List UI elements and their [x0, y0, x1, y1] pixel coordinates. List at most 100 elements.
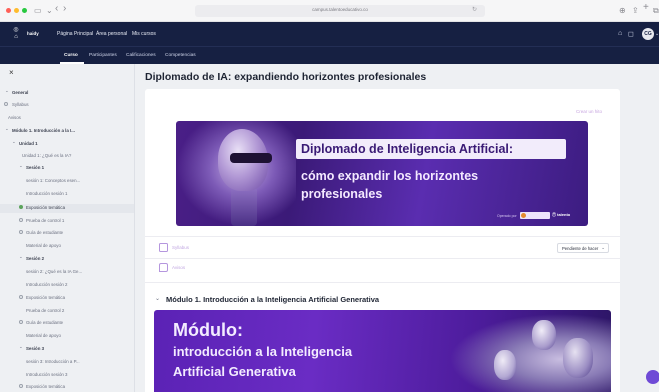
reload-icon[interactable]: ↻	[472, 6, 477, 13]
sidebar-item-introduccion-sesion-3[interactable]: Introducción sesión 3	[26, 372, 68, 377]
sidebar-item-introduccion-sesion-1[interactable]: Introducción sesión 1	[26, 191, 68, 196]
chevron-down-icon[interactable]: ⌄	[19, 163, 23, 169]
chevron-down-icon[interactable]: ⌄	[5, 88, 9, 94]
assistant-button[interactable]	[646, 370, 659, 384]
robot-shape	[563, 338, 593, 378]
sidebar-toggle-icon[interactable]: ▭	[34, 5, 42, 17]
partner-logo	[520, 212, 550, 219]
sidebar-section-sesion-2[interactable]: Sesión 2	[26, 256, 44, 261]
sidebar-item-sesion-2-intro-page[interactable]: sesión 2: ¿Qué es la IA Ge...	[26, 269, 82, 274]
sidebar-item-introduccion-sesion-2[interactable]: Introducción sesión 2	[26, 282, 68, 287]
top-navigation: ◎ ⌂ haidy Página Principal Área personal …	[0, 22, 659, 46]
sidebar-item-sesion-3-intro-page[interactable]: sesión 3: Introducción a P...	[26, 359, 80, 364]
nav-link-home[interactable]: Página Principal	[57, 31, 93, 37]
nav-link-my-courses[interactable]: Mis cursos	[132, 31, 156, 37]
close-icon[interactable]: ×	[9, 68, 14, 77]
chevron-down-icon[interactable]: ⌄	[46, 5, 53, 17]
divider	[145, 282, 620, 283]
chevron-down-icon: ⌄	[601, 245, 605, 250]
activity-link-syllabus[interactable]: Syllabus	[172, 245, 189, 250]
robot-visor-shape	[230, 153, 272, 163]
completion-circle-icon	[19, 218, 23, 222]
sidebar-section-general[interactable]: General	[12, 90, 28, 95]
completion-circle-icon	[4, 102, 8, 106]
share-icon[interactable]: ⇪	[632, 5, 639, 17]
sidebar-item-unidad-1[interactable]: Unidad 1: ¿Qué es la IA?	[22, 153, 71, 158]
avatar[interactable]: CG	[642, 28, 654, 40]
sidebar-item-sesion-1-intro-page[interactable]: sesión 1: Conceptos esen...	[26, 178, 80, 183]
robot-shape	[532, 320, 556, 350]
completion-circle-icon	[19, 230, 23, 234]
nav-link-dashboard[interactable]: Área personal	[96, 31, 127, 37]
chat-icon	[159, 263, 168, 272]
course-main-content: Diplomado de IA: expandiendo horizontes …	[136, 64, 659, 392]
address-bar-url: campus.talentoeducativo.co	[312, 7, 368, 12]
tab-overview-icon[interactable]: ⧉	[653, 5, 659, 17]
course-tabs: Curso Participantes Calificaciones Compe…	[0, 46, 659, 64]
page-title: Diplomado de IA: expandiendo horizontes …	[145, 71, 427, 83]
bell-icon[interactable]: ⌂	[618, 30, 622, 37]
activity-link-avisos[interactable]: Avisos	[172, 265, 185, 270]
sidebar-section-module-1[interactable]: Módulo 1. Introducción a la I...	[12, 128, 75, 133]
sidebar-section-sesion-1[interactable]: Sesión 1	[26, 165, 44, 170]
forward-icon[interactable]: ›	[63, 3, 66, 15]
sidebar-item-exposicion-tematica-2[interactable]: Exposición temática	[26, 295, 65, 300]
sidebar-item-syllabus[interactable]: Syllabus	[12, 102, 29, 107]
banner-title-box: Diplomado de Inteligencia Artificial:	[296, 139, 566, 159]
download-icon[interactable]: ⊕	[619, 5, 626, 17]
module-banner-image: Módulo: introducción a la Inteligencia A…	[154, 310, 611, 392]
zoom-window-icon[interactable]	[22, 8, 27, 13]
talento-logo: Ⓣ talento	[552, 212, 571, 217]
sidebar-section-sesion-3[interactable]: Sesión 3	[26, 346, 44, 351]
brand-logo-icon[interactable]: ◎ ⌂	[12, 27, 20, 41]
partner-logo-mark-icon	[521, 213, 526, 218]
chevron-down-icon[interactable]: ⌄	[19, 254, 23, 260]
module-banner-line-2: introducción a la Inteligencia	[173, 344, 353, 359]
completion-status-dropdown[interactable]: Pendiente de hacer ⌄	[557, 243, 609, 253]
chevron-down-icon[interactable]: ⌄	[155, 295, 160, 302]
chevron-down-icon[interactable]: ⌄	[655, 31, 659, 37]
sidebar-item-avisos[interactable]: Avisos	[8, 115, 21, 120]
brand-name[interactable]: haidy	[27, 31, 39, 36]
tab-participants[interactable]: Participantes	[89, 53, 117, 58]
divider	[145, 258, 620, 259]
divider	[145, 236, 620, 237]
address-bar[interactable]: campus.talentoeducativo.co ↻	[195, 5, 485, 17]
sidebar-item-guia-estudiante-1[interactable]: Guía de estudiante	[26, 230, 63, 235]
sidebar-item-exposicion-tematica-1[interactable]: Exposición temática	[26, 205, 65, 210]
back-icon[interactable]: ‹	[55, 3, 58, 15]
chevron-down-icon[interactable]: ⌄	[19, 344, 23, 350]
completion-status-value: Pendiente de hacer	[562, 246, 599, 251]
sidebar-item-prueba-control-2[interactable]: Prueba de control 2	[26, 308, 64, 313]
new-tab-icon[interactable]: +	[643, 2, 649, 14]
sidebar-section-unidad-1[interactable]: Unidad 1	[19, 141, 38, 146]
chevron-down-icon[interactable]: ⌄	[5, 126, 9, 132]
chat-icon[interactable]: ◻	[628, 30, 634, 38]
section-title-module-1[interactable]: Módulo 1. Introducción a la Inteligencia…	[166, 295, 379, 304]
course-index-sidebar: × ⌄ General Syllabus Avisos ⌄ Módulo 1. …	[0, 64, 135, 392]
banner-subtitle-line-2: profesionales	[301, 187, 383, 201]
chevron-down-icon[interactable]: ⌄	[12, 139, 16, 145]
sidebar-item-material-apoyo-2[interactable]: Material de apoyo	[26, 333, 61, 338]
module-banner-line-1: Módulo:	[173, 320, 243, 340]
module-banner-line-3: Artificial Generativa	[173, 364, 296, 379]
sidebar-item-prueba-control-1[interactable]: Prueba de control 1	[26, 218, 64, 223]
minimize-window-icon[interactable]	[14, 8, 19, 13]
completion-circle-icon	[19, 320, 23, 324]
tab-course[interactable]: Curso	[64, 53, 78, 58]
create-milestone-link[interactable]: Crear un hito	[576, 109, 602, 114]
tab-grades[interactable]: Calificaciones	[126, 53, 156, 58]
close-window-icon[interactable]	[6, 8, 11, 13]
document-icon	[159, 243, 168, 252]
sidebar-item-guia-estudiante-2[interactable]: Guía de estudiante	[26, 320, 63, 325]
banner-operated-by: Operado por	[497, 214, 517, 218]
browser-toolbar: ▭ ⌄ ‹ › ◌ campus.talentoeducativo.co ↻ ⊕…	[0, 0, 659, 22]
tab-competencies[interactable]: Competencias	[165, 53, 196, 58]
sidebar-item-material-apoyo-1[interactable]: Material de apoyo	[26, 243, 61, 248]
banner-title: Diplomado de Inteligencia Artificial:	[301, 142, 514, 156]
completion-circle-icon	[19, 384, 23, 388]
course-banner-image: Diplomado de Inteligencia Artificial: có…	[176, 121, 588, 226]
robot-neck-shape	[231, 187, 257, 226]
robot-shape	[494, 350, 516, 380]
sidebar-item-exposicion-tematica-3[interactable]: Exposición temática	[26, 384, 65, 389]
